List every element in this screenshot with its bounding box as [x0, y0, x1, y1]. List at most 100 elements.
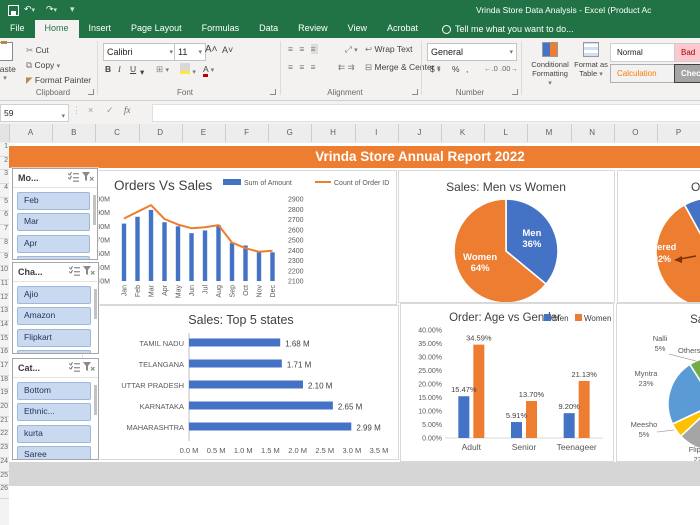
slicer-scrollbar[interactable] [94, 385, 97, 415]
column-header-P[interactable]: P [657, 124, 700, 142]
tab-acrobat[interactable]: Acrobat [377, 20, 428, 38]
row-header-17[interactable]: 17 [0, 362, 9, 376]
slicer-item-apr[interactable]: Apr [17, 235, 90, 253]
style-check-cell[interactable]: Check Cell [674, 64, 700, 83]
row-header-5[interactable]: 5 [0, 198, 9, 212]
alignment-dialog-launcher[interactable] [412, 89, 418, 95]
borders-button[interactable]: ⊞ ▾ [156, 64, 169, 75]
row-header-16[interactable]: 16 [0, 348, 9, 362]
font-family-select[interactable]: Calibri▾ [103, 43, 177, 61]
vertical-align-icons[interactable]: ≡ ≡ ≡ [288, 44, 318, 54]
copy-button[interactable]: ⧉ Copy ▾ [26, 60, 60, 71]
slicer-months[interactable]: Mo...FebMarAprMay [12, 168, 98, 260]
slicer-item-mar[interactable]: Mar [17, 213, 90, 231]
slicer-item-saree[interactable]: Saree [17, 446, 91, 460]
tab-formulas[interactable]: Formulas [192, 20, 250, 38]
conditional-formatting-button[interactable]: Conditional Formatting ▾ [530, 42, 570, 87]
style-bad[interactable]: Bad [674, 43, 700, 62]
tab-view[interactable]: View [338, 20, 377, 38]
number-format-select[interactable]: General▾ [427, 43, 517, 61]
clear-filter-icon[interactable] [83, 359, 95, 377]
indent-icons[interactable]: ⇇ ⇉ [338, 62, 355, 73]
row-header-24[interactable]: 24 [0, 458, 9, 472]
column-header-K[interactable]: K [441, 124, 485, 142]
row-header-18[interactable]: 18 [0, 376, 9, 390]
slicer-item-ajio[interactable]: Ajio [17, 286, 91, 304]
row-header-23[interactable]: 23 [0, 444, 9, 458]
row-header-8[interactable]: 8 [0, 239, 9, 253]
italic-button[interactable]: I [118, 64, 121, 74]
slicer-item-may[interactable]: May [17, 256, 90, 260]
percent-button[interactable]: % [452, 64, 460, 74]
multi-select-icon[interactable] [68, 169, 79, 187]
slicer-item-ethnic[interactable]: Ethnic... [17, 403, 91, 421]
column-header-A[interactable]: A [9, 124, 53, 142]
fill-color-button[interactable]: ▾ [180, 63, 196, 76]
column-header-C[interactable]: C [95, 124, 139, 142]
row-header-3[interactable]: 3 [0, 170, 9, 184]
row-header-15[interactable]: 15 [0, 335, 9, 349]
row-header-1[interactable]: 1 [0, 143, 9, 157]
row-header-12[interactable]: 12 [0, 294, 9, 308]
clipboard-dialog-launcher[interactable] [88, 89, 94, 95]
row-header-4[interactable]: 4 [0, 184, 9, 198]
slicer-item-bottom[interactable]: Bottom [17, 382, 91, 400]
redo-icon[interactable]: ↷▾ [46, 4, 57, 15]
column-header-M[interactable]: M [527, 124, 571, 142]
cut-button[interactable]: ✂ Cut [26, 45, 49, 56]
slicer-item-amazon[interactable]: Amazon [17, 307, 91, 325]
chart-age-vs-gender[interactable]: Order: Age vs GenderMenWomen0.00%5.00%10… [400, 303, 614, 462]
shrink-font-button[interactable]: A˅ [222, 45, 233, 55]
row-header-19[interactable]: 19 [0, 389, 9, 403]
format-as-table-button[interactable]: Format as Table ▾ [572, 42, 610, 78]
chart-sales-channels[interactable]: Sales: ChannelsFlipkart22%Meesho5%Myntra… [616, 303, 700, 462]
slicer-item-feb[interactable]: Feb [17, 192, 90, 210]
tab-review[interactable]: Review [288, 20, 338, 38]
row-header-20[interactable]: 20 [0, 403, 9, 417]
wrap-text-button[interactable]: ↩ Wrap Text [365, 44, 412, 55]
column-header-J[interactable]: J [398, 124, 442, 142]
font-color-button[interactable]: A ▾ [203, 64, 214, 74]
style-calculation[interactable]: Calculation [610, 64, 678, 83]
chart-order-status[interactable]: Order StatusDelivered92% [617, 170, 700, 303]
multi-select-icon[interactable] [69, 263, 80, 281]
row-header-25[interactable]: 25 [0, 472, 9, 486]
multi-select-icon[interactable] [69, 359, 80, 377]
row-header-10[interactable]: 10 [0, 266, 9, 280]
comma-button[interactable]: , [466, 64, 468, 74]
column-header-N[interactable]: N [571, 124, 615, 142]
increase-decimal-button[interactable]: ←.0 [484, 64, 498, 73]
enter-button[interactable]: ✓ [106, 105, 114, 116]
decrease-decimal-button[interactable]: .00→ [500, 64, 518, 73]
row-header-21[interactable]: 21 [0, 417, 9, 431]
paste-button[interactable]: Paste ▾ [0, 42, 22, 94]
row-header-9[interactable]: 9 [0, 253, 9, 267]
tab-page-layout[interactable]: Page Layout [121, 20, 192, 38]
slicer-item-flipkart[interactable]: Flipkart [17, 329, 91, 347]
style-normal[interactable]: Normal [610, 43, 678, 62]
column-header-I[interactable]: I [355, 124, 399, 142]
chart-top-5-states[interactable]: Sales: Top 5 statesTAMIL NADU1.68 MTELAN… [82, 305, 399, 460]
formula-input[interactable] [152, 104, 700, 122]
slicer-item-kurta[interactable]: kurta [17, 425, 91, 443]
column-header-B[interactable]: B [52, 124, 96, 142]
bold-button[interactable]: B [105, 64, 111, 74]
tell-me-box[interactable]: Tell me what you want to do... [428, 20, 574, 38]
column-header-D[interactable]: D [139, 124, 183, 142]
number-dialog-launcher[interactable] [512, 89, 518, 95]
row-header-7[interactable]: 7 [0, 225, 9, 239]
column-header-H[interactable]: H [311, 124, 355, 142]
tab-data[interactable]: Data [249, 20, 288, 38]
chart-sales-men-vs-women[interactable]: Sales: Men vs WomenMen36%Women64% [398, 170, 615, 303]
clear-filter-icon[interactable] [82, 169, 94, 187]
tab-insert[interactable]: Insert [79, 20, 122, 38]
clear-filter-icon[interactable] [83, 263, 95, 281]
row-header-14[interactable]: 14 [0, 321, 9, 335]
slicer-item-meesho[interactable]: Meesho [17, 350, 91, 354]
row-header-2[interactable]: 2 [0, 157, 9, 171]
column-header-G[interactable]: G [268, 124, 312, 142]
font-size-select[interactable]: 11▾ [174, 43, 206, 61]
column-header-L[interactable]: L [484, 124, 528, 142]
tab-file[interactable]: File [0, 20, 35, 38]
column-header-O[interactable]: O [614, 124, 658, 142]
